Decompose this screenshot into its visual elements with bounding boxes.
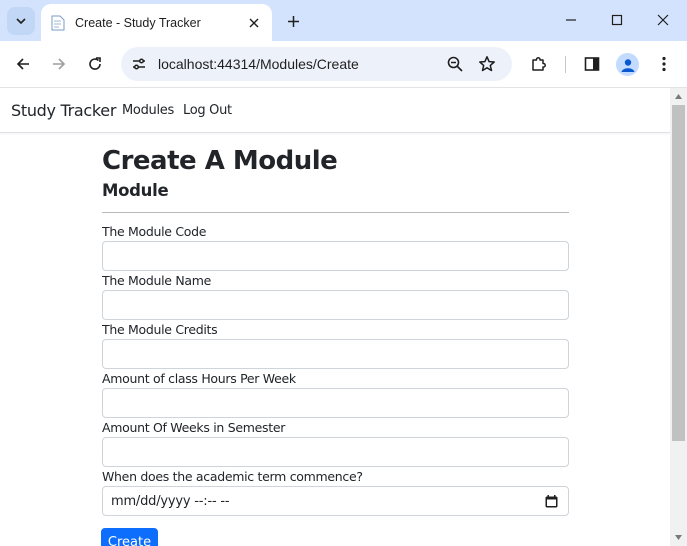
- arrow-right-icon: [53, 58, 66, 70]
- person-icon: [621, 58, 634, 72]
- plus-icon: [287, 15, 299, 27]
- browser-tab-strip: Create - Study Tracker: [0, 0, 687, 41]
- minimize-button[interactable]: [556, 8, 586, 32]
- maximize-button[interactable]: [602, 8, 632, 32]
- reload-button[interactable]: [82, 51, 108, 77]
- star-icon[interactable]: [477, 54, 497, 74]
- side-panel-icon: [584, 57, 600, 71]
- site-navbar: Study Tracker Modules Log Out: [0, 88, 670, 133]
- page-title: Create A Module: [102, 146, 338, 176]
- create-button[interactable]: Create: [101, 528, 158, 546]
- module-code-input[interactable]: [102, 241, 569, 272]
- section-subtitle: Module: [102, 181, 169, 201]
- puzzle-icon: [532, 57, 546, 71]
- tab-search-button[interactable]: [7, 7, 35, 35]
- profile-button[interactable]: [616, 53, 639, 76]
- forward-button[interactable]: [46, 51, 72, 77]
- term-start-datetime-input[interactable]: mm/dd/yyyy --:-- --: [102, 486, 569, 517]
- scroll-thumb[interactable]: [672, 105, 685, 441]
- navbar-brand[interactable]: Study Tracker: [11, 101, 116, 120]
- zoom-out-icon[interactable]: [445, 54, 465, 74]
- form-group-module-credits: The Module Credits: [102, 321, 569, 370]
- extensions-button[interactable]: [526, 51, 552, 77]
- form-group-term-start: When does the academic term commence? mm…: [102, 468, 569, 517]
- term-start-label: When does the academic term commence?: [102, 469, 363, 485]
- nav-link-modules[interactable]: Modules: [122, 103, 174, 118]
- form-group-module-name: The Module Name: [102, 272, 569, 321]
- back-button[interactable]: [10, 51, 36, 77]
- nav-link-log-out[interactable]: Log Out: [183, 103, 232, 118]
- reload-icon: [89, 57, 101, 70]
- address-bar[interactable]: localhost:44314/Modules/Create: [121, 47, 512, 81]
- form-group-weeks-in-semester: Amount Of Weeks in Semester: [102, 419, 569, 468]
- close-icon: [249, 18, 259, 27]
- scroll-down-button[interactable]: [670, 529, 687, 546]
- module-name-label: The Module Name: [102, 273, 212, 289]
- tab-close-button[interactable]: [244, 13, 264, 33]
- close-window-button[interactable]: [648, 8, 678, 32]
- scroll-up-button[interactable]: [670, 88, 687, 105]
- arrow-left-icon: [16, 58, 29, 70]
- divider: [102, 212, 569, 214]
- tab-title: Create - Study Tracker: [75, 15, 201, 30]
- module-credits-input[interactable]: [102, 339, 569, 370]
- form-group-module-code: The Module Code: [102, 223, 569, 272]
- tune-icon[interactable]: [128, 53, 150, 75]
- module-name-input[interactable]: [102, 290, 569, 321]
- main-content: Create A Module Module The Module Code T…: [102, 146, 569, 517]
- side-panel-button[interactable]: [579, 51, 605, 77]
- browser-tab-active[interactable]: Create - Study Tracker: [41, 4, 272, 41]
- class-hours-label: Amount of class Hours Per Week: [102, 371, 296, 387]
- calendar-icon[interactable]: [545, 495, 558, 508]
- module-credits-label: The Module Credits: [102, 322, 218, 338]
- new-tab-button[interactable]: [282, 10, 304, 32]
- page-icon: [50, 15, 66, 31]
- url-text: localhost:44314/Modules/Create: [158, 56, 359, 72]
- triangle-up-icon: [675, 94, 682, 99]
- datetime-placeholder: mm/dd/yyyy --:-- --: [111, 493, 230, 509]
- browser-toolbar: localhost:44314/Modules/Create: [0, 41, 687, 88]
- triangle-down-icon: [675, 535, 682, 540]
- chevron-down-icon: [16, 18, 26, 25]
- weeks-in-semester-input[interactable]: [102, 437, 569, 468]
- page-scrollbar[interactable]: [670, 88, 687, 546]
- page-viewport: Study Tracker Modules Log Out Create A M…: [0, 88, 670, 546]
- maximize-icon: [611, 14, 623, 26]
- create-module-form: The Module Code The Module Name The Modu…: [102, 223, 569, 517]
- class-hours-input[interactable]: [102, 388, 569, 419]
- close-icon: [657, 14, 669, 26]
- module-code-label: The Module Code: [102, 224, 207, 240]
- form-group-class-hours: Amount of class Hours Per Week: [102, 370, 569, 419]
- browser-menu-button[interactable]: [651, 51, 677, 77]
- kebab-menu-icon: [662, 56, 666, 72]
- toolbar-divider: [565, 56, 566, 73]
- minimize-icon: [566, 19, 576, 21]
- weeks-in-semester-label: Amount Of Weeks in Semester: [102, 420, 286, 436]
